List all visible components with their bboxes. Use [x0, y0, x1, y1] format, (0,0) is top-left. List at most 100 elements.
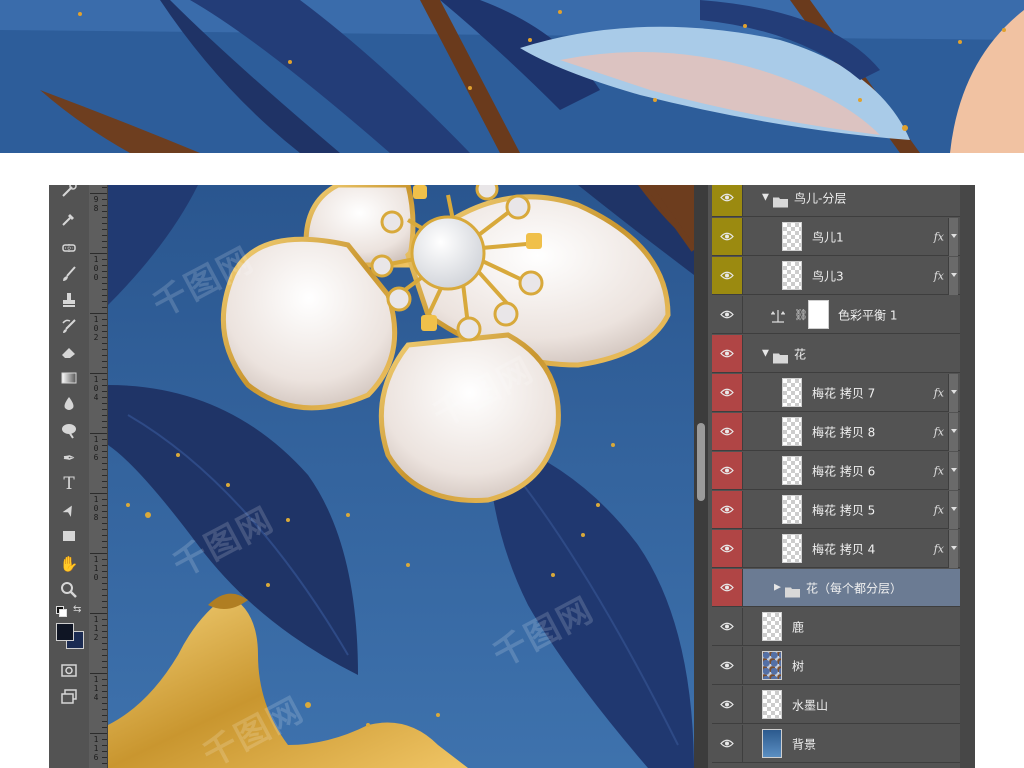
ruler-tick: [102, 391, 107, 392]
layer-effects-fx-icon[interactable]: fx: [934, 386, 944, 399]
clone-stamp-tool-icon[interactable]: [57, 289, 81, 311]
effects-expand-arrow-icon[interactable]: [948, 530, 958, 568]
scrollbar-thumb[interactable]: [697, 423, 705, 501]
effects-expand-arrow-icon[interactable]: [948, 218, 958, 256]
effects-expand-arrow-icon[interactable]: [948, 452, 958, 490]
layer-effects-fx-icon[interactable]: fx: [934, 542, 944, 555]
expand-caret-right-icon[interactable]: ▶: [774, 583, 781, 592]
ruler-tick: [102, 277, 107, 278]
path-selection-tool-icon[interactable]: ➤: [57, 499, 81, 521]
layer-row[interactable]: 鸟儿1 fx: [712, 218, 960, 256]
ruler-tick: [90, 193, 107, 194]
layer-thumbnail[interactable]: [762, 690, 782, 719]
ruler-tick: [102, 235, 107, 236]
visibility-eye-icon[interactable]: [712, 335, 743, 372]
history-brush-tool-icon[interactable]: [57, 315, 81, 337]
brush-tool-icon[interactable]: [57, 263, 81, 285]
layer-row[interactable]: 树: [712, 647, 960, 685]
visibility-eye-icon[interactable]: [712, 608, 743, 645]
visibility-eye-icon[interactable]: [712, 218, 743, 255]
layer-effects-fx-icon[interactable]: fx: [934, 464, 944, 477]
ruler-tick: [90, 553, 107, 554]
screen-mode-icon[interactable]: [57, 685, 81, 707]
ruler-tick: [102, 247, 107, 248]
layer-row[interactable]: 鸟儿3 fx: [712, 257, 960, 295]
layer-thumbnail[interactable]: [782, 261, 802, 290]
visibility-eye-icon[interactable]: [712, 374, 743, 411]
visibility-eye-icon[interactable]: [712, 257, 743, 294]
canvas-vertical-scrollbar[interactable]: [694, 185, 708, 768]
visibility-eye-icon[interactable]: [712, 452, 743, 489]
layer-thumbnail[interactable]: [762, 729, 782, 758]
eraser-tool-icon[interactable]: [57, 341, 81, 363]
layer-row[interactable]: 梅花 拷贝 5 fx: [712, 491, 960, 529]
quick-mask-icon[interactable]: [57, 659, 81, 681]
adjustment-layer-row[interactable]: ⛓ 色彩平衡 1: [712, 296, 960, 334]
layer-group-row[interactable]: ▼ 鸟儿-分层: [712, 185, 960, 217]
layer-effects-fx-icon[interactable]: fx: [934, 269, 944, 282]
layer-row[interactable]: 梅花 拷贝 7 fx: [712, 374, 960, 412]
mask-link-icon[interactable]: ⛓: [794, 308, 808, 321]
layer-thumbnail[interactable]: [762, 612, 782, 641]
layer-effects-fx-icon[interactable]: fx: [934, 425, 944, 438]
layer-thumbnail[interactable]: [782, 222, 802, 251]
layer-row[interactable]: 梅花 拷贝 8 fx: [712, 413, 960, 451]
spot-healing-tool-icon[interactable]: [57, 237, 81, 259]
dodge-tool-icon[interactable]: [57, 419, 81, 441]
visibility-eye-icon[interactable]: [712, 530, 743, 567]
blur-tool-icon[interactable]: [57, 393, 81, 415]
layer-thumbnail[interactable]: [762, 651, 782, 680]
hand-tool-icon[interactable]: ✋: [57, 553, 81, 575]
layer-row[interactable]: 梅花 拷贝 4 fx: [712, 530, 960, 568]
expand-caret-down-icon[interactable]: ▼: [762, 349, 769, 358]
visibility-eye-icon[interactable]: [712, 569, 743, 606]
layer-row[interactable]: 鹿: [712, 608, 960, 646]
gradient-tool-icon[interactable]: [57, 367, 81, 389]
visibility-eye-icon[interactable]: [712, 296, 743, 333]
effects-expand-arrow-icon[interactable]: [948, 413, 958, 451]
ruler-tick: [102, 637, 107, 638]
layer-row[interactable]: 梅花 拷贝 6 fx: [712, 452, 960, 490]
layer-effects-fx-icon[interactable]: fx: [934, 230, 944, 243]
foreground-color-swatch[interactable]: [56, 623, 74, 641]
layer-thumbnail[interactable]: [782, 534, 802, 563]
layer-thumbnail[interactable]: [782, 456, 802, 485]
visibility-eye-icon[interactable]: [712, 185, 743, 216]
layer-mask-thumbnail[interactable]: [808, 300, 829, 329]
ruler-tick: [102, 499, 107, 500]
default-colors-icon[interactable]: [56, 606, 67, 617]
layer-group-row[interactable]: ▼ 花: [712, 335, 960, 373]
layer-row[interactable]: 水墨山: [712, 686, 960, 724]
effects-expand-arrow-icon[interactable]: [948, 257, 958, 295]
ruler-tick: [102, 487, 107, 488]
layer-group-row[interactable]: ▶ 花（每个都分层）: [712, 569, 960, 607]
ruler-tick: [102, 361, 107, 362]
ruler-tick: [102, 535, 107, 536]
pen-tool-icon[interactable]: ✒: [57, 447, 81, 469]
ruler-tick: [102, 505, 107, 506]
visibility-eye-icon[interactable]: [712, 413, 743, 450]
layer-thumbnail[interactable]: [782, 495, 802, 524]
ruler-tick: [102, 397, 107, 398]
layer-row[interactable]: 背景: [712, 725, 960, 763]
expand-caret-down-icon[interactable]: ▼: [762, 193, 769, 202]
layer-effects-fx-icon[interactable]: fx: [934, 503, 944, 516]
effects-expand-arrow-icon[interactable]: [948, 491, 958, 529]
ruler-tick: [102, 691, 107, 692]
type-tool-icon[interactable]: T: [57, 473, 81, 495]
eyedropper-tool-icon[interactable]: [57, 208, 81, 230]
swap-colors-icon[interactable]: ⇆: [73, 604, 81, 615]
visibility-eye-icon[interactable]: [712, 725, 743, 762]
visibility-eye-icon[interactable]: [712, 686, 743, 723]
ruler-tick: [102, 511, 107, 512]
layer-thumbnail[interactable]: [782, 417, 802, 446]
quick-selection-tool-icon[interactable]: [57, 185, 81, 201]
visibility-eye-icon[interactable]: [712, 491, 743, 528]
zoom-tool-icon[interactable]: [57, 579, 81, 601]
document-canvas[interactable]: 千图网 千图网 千图网 千图网 千图网: [108, 185, 694, 768]
visibility-eye-icon[interactable]: [712, 647, 743, 684]
rectangle-tool-icon[interactable]: [57, 525, 81, 547]
layer-thumbnail[interactable]: [782, 378, 802, 407]
effects-expand-arrow-icon[interactable]: [948, 374, 958, 412]
ruler-tick: [102, 577, 107, 578]
